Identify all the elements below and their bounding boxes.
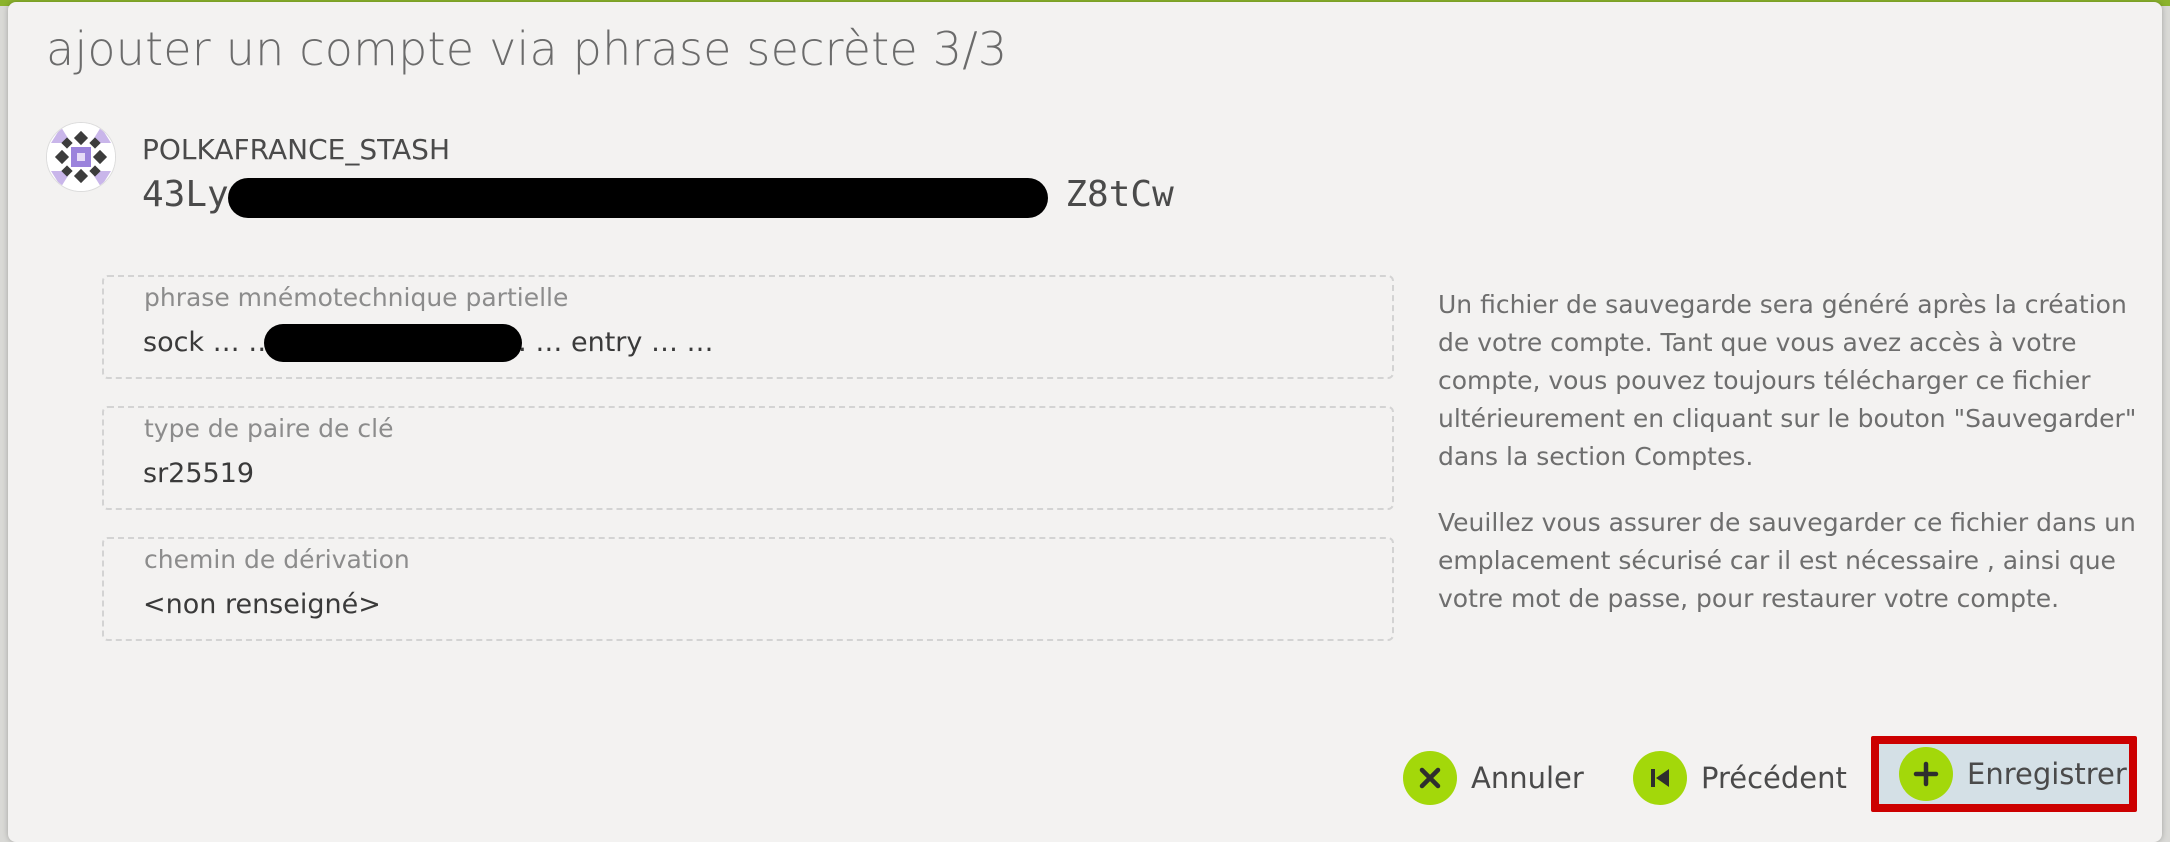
help-paragraph-2: Veuillez vous assurer de sauvegarder ce … bbox=[1438, 508, 2136, 613]
address-redaction bbox=[228, 178, 1048, 218]
derivation-path-value: <non renseigné> bbox=[143, 589, 381, 620]
keypair-type-label: type de paire de clé bbox=[144, 414, 394, 443]
mnemonic-redaction bbox=[264, 324, 522, 362]
mnemonic-label: phrase mnémotechnique partielle bbox=[144, 283, 569, 312]
account-identicon[interactable] bbox=[46, 122, 116, 192]
account-name: POLKAFRANCE_STASH bbox=[142, 133, 450, 166]
cancel-button-label: Annuler bbox=[1471, 761, 1584, 795]
save-button[interactable]: Enregistrer bbox=[1871, 736, 2137, 812]
previous-button[interactable]: Précédent bbox=[1633, 742, 1847, 814]
dialog-title: ajouter un compte via phrase secrète 3/3 bbox=[46, 22, 1008, 76]
keypair-type-field: type de paire de clé sr25519 bbox=[102, 406, 1394, 510]
help-paragraph-1: Un fichier de sauvegarde sera généré apr… bbox=[1438, 290, 2137, 471]
previous-button-label: Précédent bbox=[1701, 761, 1847, 795]
derivation-path-label: chemin de dérivation bbox=[144, 545, 410, 574]
address-end: Z8tCw bbox=[1065, 174, 1174, 215]
backup-help-text: Un fichier de sauvegarde sera généré apr… bbox=[1438, 286, 2138, 646]
identicon-icon bbox=[47, 123, 115, 191]
add-account-dialog: ajouter un compte via phrase secrète 3/3… bbox=[8, 2, 2162, 842]
derivation-path-field: chemin de dérivation <non renseigné> bbox=[102, 537, 1394, 641]
close-icon bbox=[1403, 751, 1457, 805]
keypair-type-value: sr25519 bbox=[143, 458, 255, 489]
save-button-label: Enregistrer bbox=[1967, 757, 2127, 791]
cancel-button[interactable]: Annuler bbox=[1403, 742, 1584, 814]
step-backward-icon bbox=[1633, 751, 1687, 805]
plus-icon bbox=[1899, 747, 1953, 801]
